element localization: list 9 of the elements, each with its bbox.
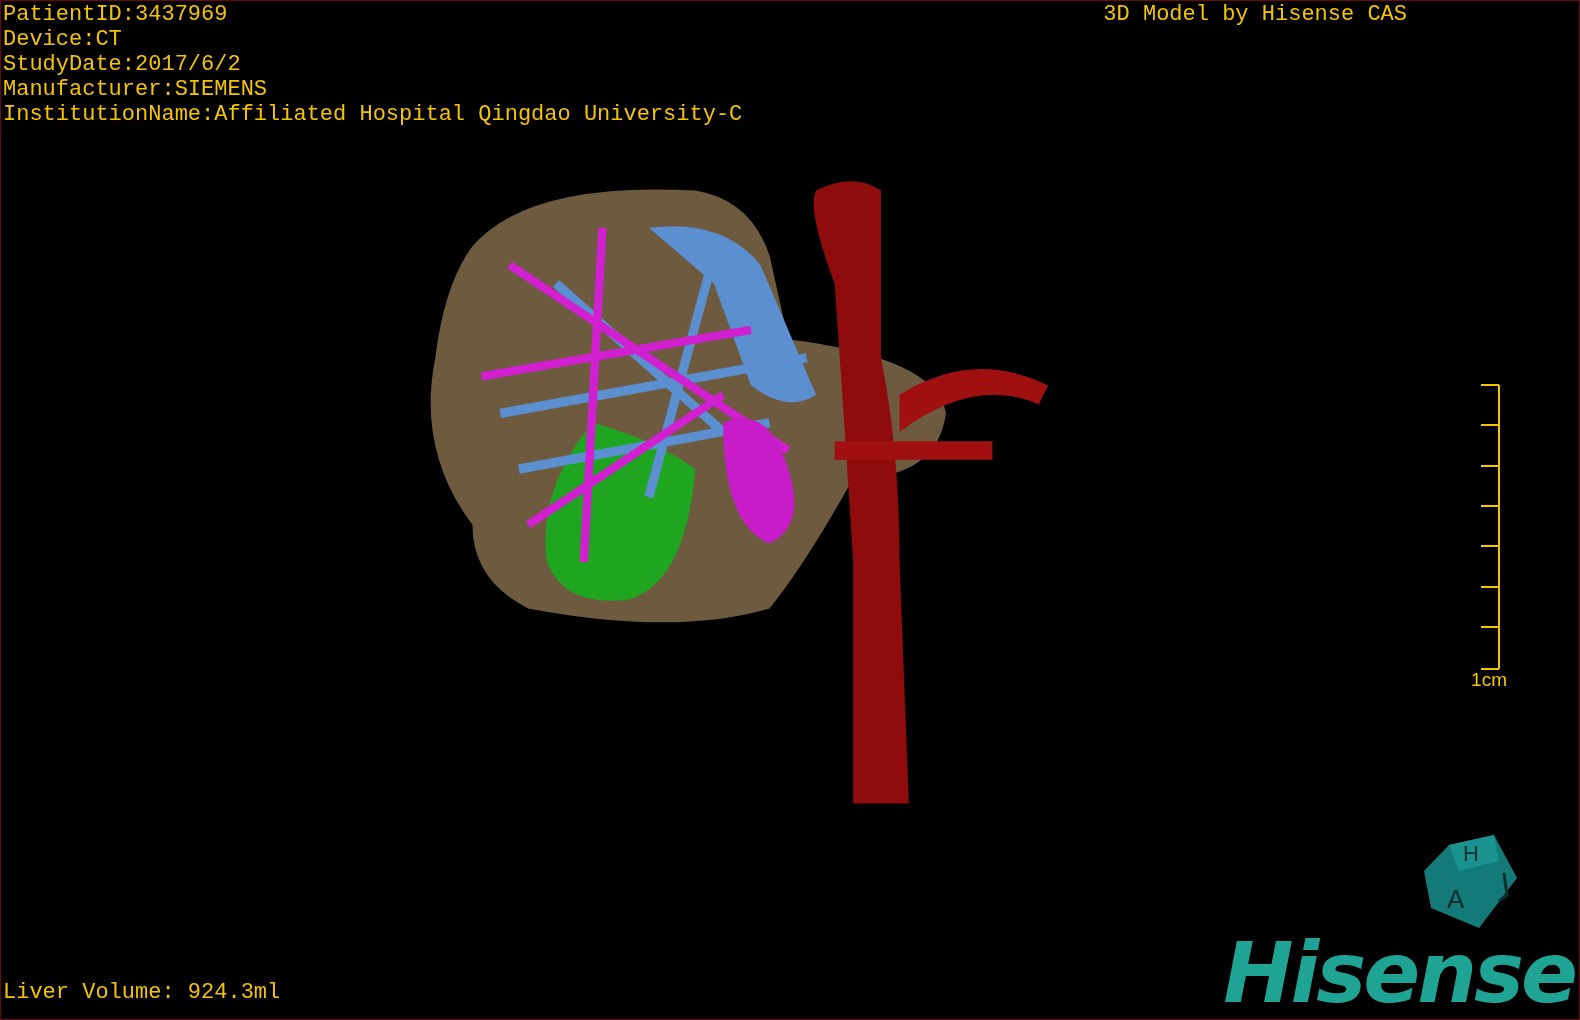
patient-info-line: StudyDate:2017/6/2: [3, 52, 242, 77]
patient-info-line: Manufacturer:SIEMENS: [3, 77, 269, 102]
patient-info-line: InstitutionName:Affiliated Hospital Qingdao University-C: [3, 102, 743, 127]
patient-info-line: Device:CT: [3, 27, 123, 52]
scale-label: 1cm: [1471, 670, 1507, 690]
patient-info-line: PatientID:3437969: [3, 2, 229, 27]
hisense-logo: Hisense: [1223, 933, 1576, 1019]
liver-volume-text: Liver Volume: 924.3ml: [2, 980, 281, 1007]
viewer-title: 3D Model by Hisense CAS: [1103, 1, 1407, 29]
